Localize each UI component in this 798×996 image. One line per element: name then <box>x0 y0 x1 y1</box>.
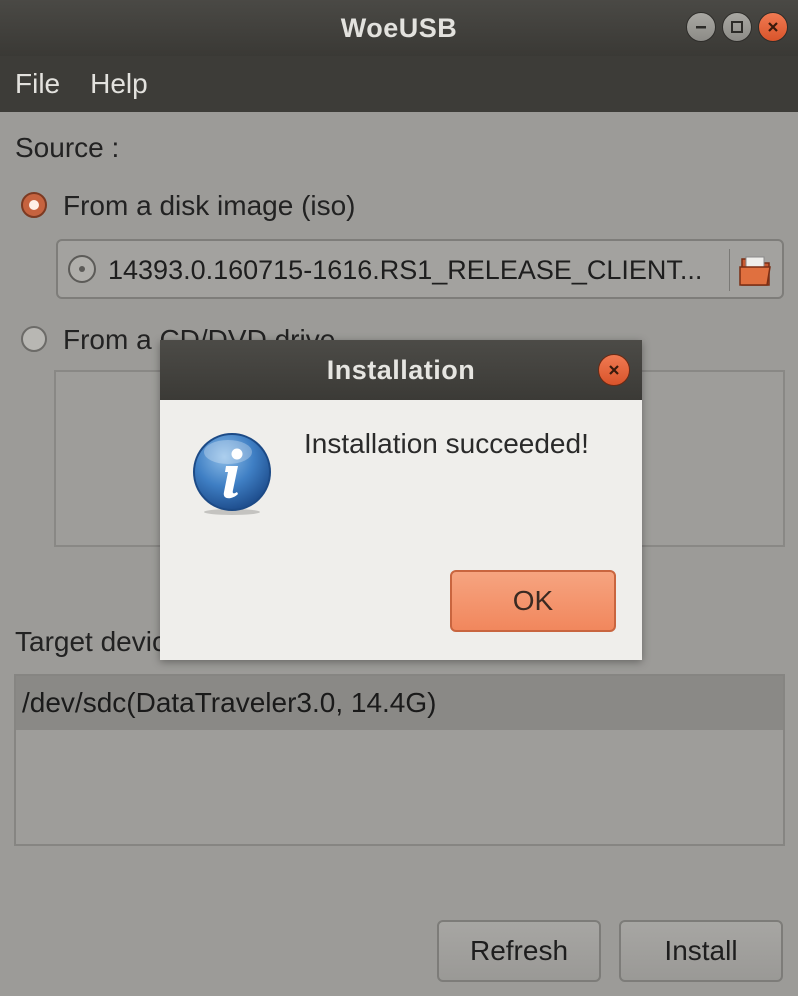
file-chooser-separator <box>729 249 730 291</box>
disk-image-radio[interactable] <box>21 192 47 218</box>
disc-icon <box>68 255 96 283</box>
title-bar: WoeUSB <box>0 0 798 56</box>
menu-help[interactable]: Help <box>90 68 148 100</box>
iso-file-chooser[interactable]: 14393.0.160715-1616.RS1_RELEASE_CLIENT..… <box>56 239 784 299</box>
close-icon <box>609 365 619 375</box>
maximize-icon <box>731 21 743 33</box>
dialog-close-button[interactable] <box>598 354 630 386</box>
window-title: WoeUSB <box>340 12 458 43</box>
close-window-button[interactable] <box>758 12 788 42</box>
dialog-title-bar: Installation <box>160 340 642 400</box>
ok-button[interactable]: OK <box>450 570 616 632</box>
dialog-title: Installation <box>326 354 476 385</box>
window-controls <box>686 12 788 42</box>
device-row[interactable]: /dev/sdc(DataTraveler3.0, 14.4G) <box>16 676 783 730</box>
disk-image-label[interactable]: From a disk image (iso) <box>63 190 356 222</box>
target-device-list[interactable]: /dev/sdc(DataTraveler3.0, 14.4G) <box>14 674 785 846</box>
iso-file-name: 14393.0.160715-1616.RS1_RELEASE_CLIENT..… <box>108 255 703 285</box>
dialog-message: Installation succeeded! <box>304 428 589 459</box>
installation-dialog: Installation Installation succeeded! OK <box>160 340 642 660</box>
minimize-button[interactable] <box>686 12 716 42</box>
refresh-button[interactable]: Refresh <box>437 920 601 982</box>
folder-open-icon[interactable] <box>738 251 774 289</box>
minimize-icon <box>696 26 706 29</box>
info-icon <box>193 433 271 515</box>
source-heading: Source : <box>15 132 120 163</box>
install-button[interactable]: Install <box>619 920 783 982</box>
menu-file[interactable]: File <box>15 68 60 100</box>
cd-drive-radio[interactable] <box>21 326 47 352</box>
menu-bar: File Help <box>0 56 798 112</box>
maximize-button[interactable] <box>722 12 752 42</box>
close-icon <box>768 22 778 32</box>
